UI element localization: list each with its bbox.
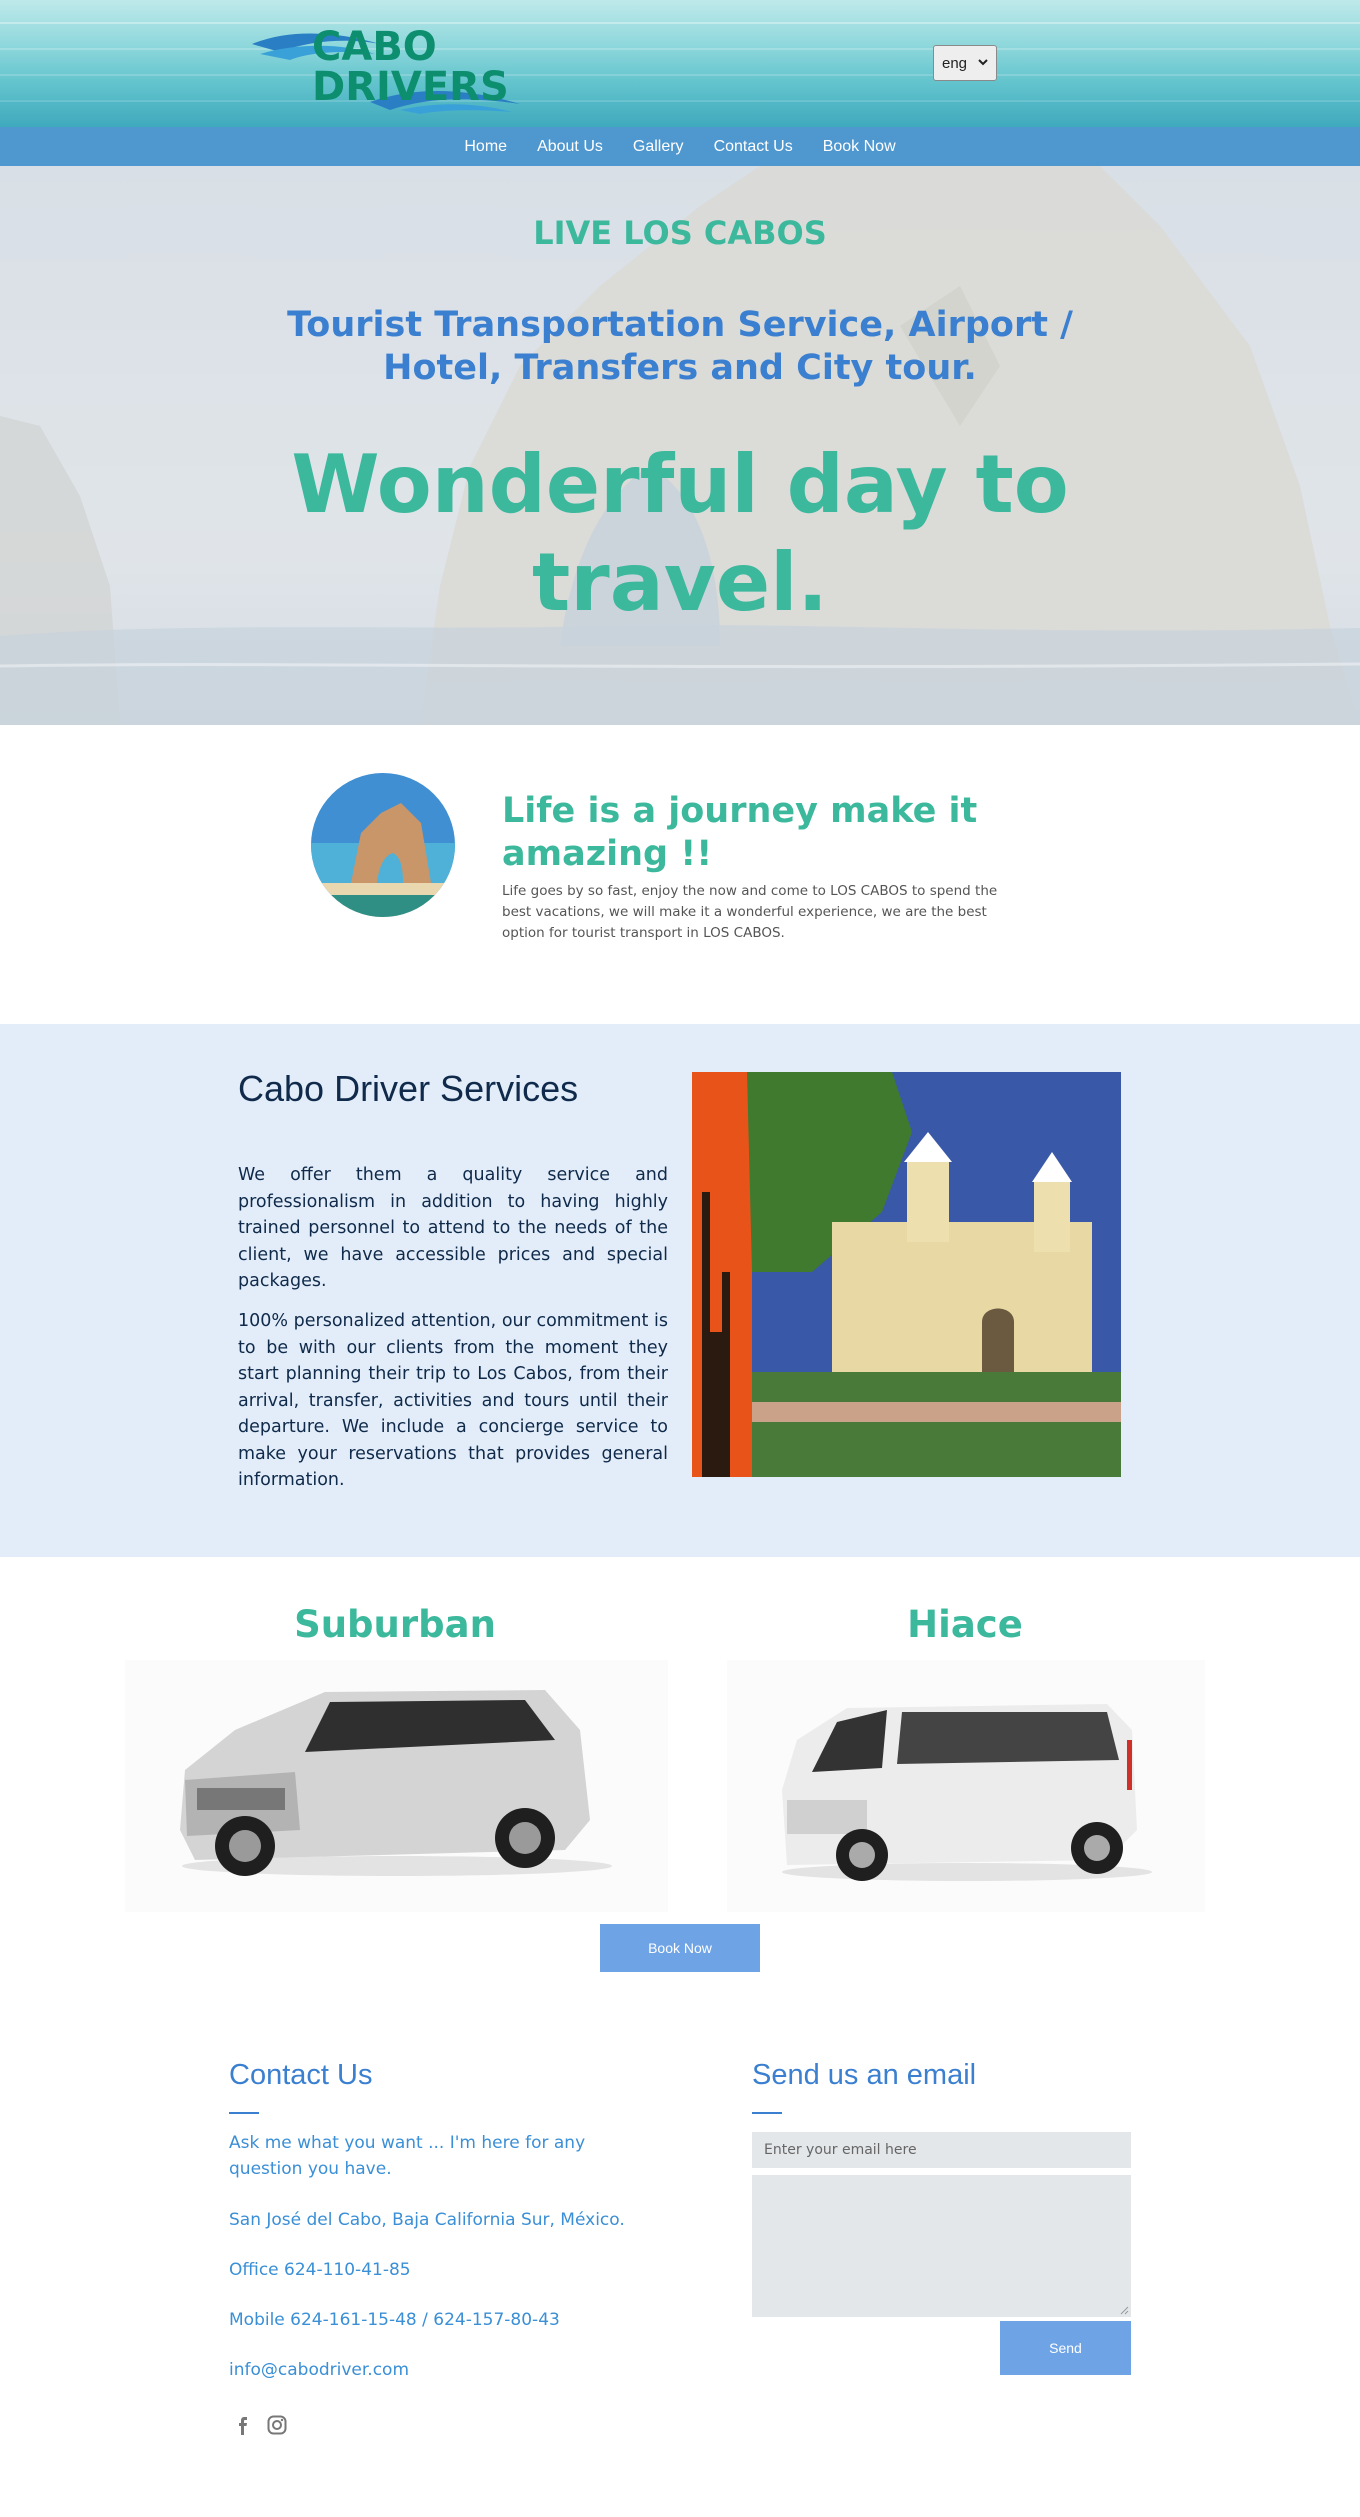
services-title: Cabo Driver Services	[238, 1068, 579, 1109]
hero-section: LIVE LOS CABOS Tourist Transportation Se…	[0, 166, 1360, 725]
email-input[interactable]: Enter your email here	[752, 2132, 1131, 2168]
journey-text: Life goes by so fast, enjoy the now and …	[502, 883, 998, 941]
nav-book-now[interactable]: Book Now	[823, 138, 896, 156]
services-paragraph-2: 100% personalized attention, our commitm…	[238, 1311, 668, 1490]
suburban-title: Suburban	[294, 1603, 496, 1646]
instagram-icon[interactable]	[266, 2414, 288, 2436]
water-texture	[0, 48, 1360, 50]
nav-gallery[interactable]: Gallery	[633, 138, 684, 156]
contact-intro: Ask me what you want ... I'm here for an…	[229, 2133, 586, 2179]
contact-email-link[interactable]: info@cabodriver.com	[229, 2357, 649, 2383]
main-nav: Home About Us Gallery Contact Us Book No…	[0, 127, 1360, 166]
hero-kicker: LIVE LOS CABOS	[533, 214, 827, 252]
site-logo[interactable]: CABO DRIVERS	[250, 14, 530, 114]
suburban-image	[125, 1660, 668, 1912]
message-textarea[interactable]	[752, 2175, 1131, 2317]
hero-title: Wonderful day to travel.	[291, 438, 1069, 629]
hiace-image	[727, 1660, 1205, 1912]
contact-address: San José del Cabo, Baja California Sur, …	[229, 2210, 625, 2230]
email-form-title-rule	[752, 2112, 782, 2114]
nav-home[interactable]: Home	[464, 138, 507, 156]
facebook-icon[interactable]	[231, 2414, 253, 2436]
journey-title: Life is a journey make it amazing !!	[502, 791, 978, 874]
hiace-title: Hiace	[907, 1603, 1023, 1646]
water-texture	[0, 22, 1360, 24]
site-header: CABO DRIVERS eng	[0, 0, 1360, 127]
language-select[interactable]: eng	[933, 45, 997, 81]
arch-thumbnail-image	[311, 773, 455, 917]
contact-office-phone[interactable]: Office 624-110-41-85	[229, 2257, 649, 2283]
contact-mobile-phone[interactable]: Mobile 624-161-15-48 / 624-157-80-43	[229, 2307, 649, 2333]
chevron-down-icon	[978, 59, 988, 66]
water-texture	[0, 74, 1360, 76]
nav-about-us[interactable]: About Us	[537, 138, 603, 156]
mission-church-image	[692, 1072, 1121, 1477]
logo-text-bottom: DRIVERS	[312, 64, 509, 110]
send-button[interactable]: Send	[1000, 2321, 1131, 2375]
services-section: Cabo Driver Services We offer them a qua…	[0, 1024, 1360, 1557]
email-form-title: Send us an email	[752, 2059, 977, 2091]
contact-title: Contact Us	[229, 2059, 373, 2091]
hero-subtitle: Tourist Transportation Service, Airport …	[287, 305, 1073, 388]
contact-title-rule	[229, 2112, 259, 2114]
logo-graphic: CABO DRIVERS	[252, 24, 520, 114]
language-selected: eng	[942, 54, 968, 72]
nav-contact-us[interactable]: Contact Us	[714, 138, 793, 156]
water-texture	[0, 100, 1360, 102]
resize-handle-icon[interactable]	[1119, 2305, 1129, 2315]
book-now-button[interactable]: Book Now	[600, 1924, 760, 1972]
services-paragraph-1: We offer them a quality service and prof…	[238, 1165, 668, 1291]
